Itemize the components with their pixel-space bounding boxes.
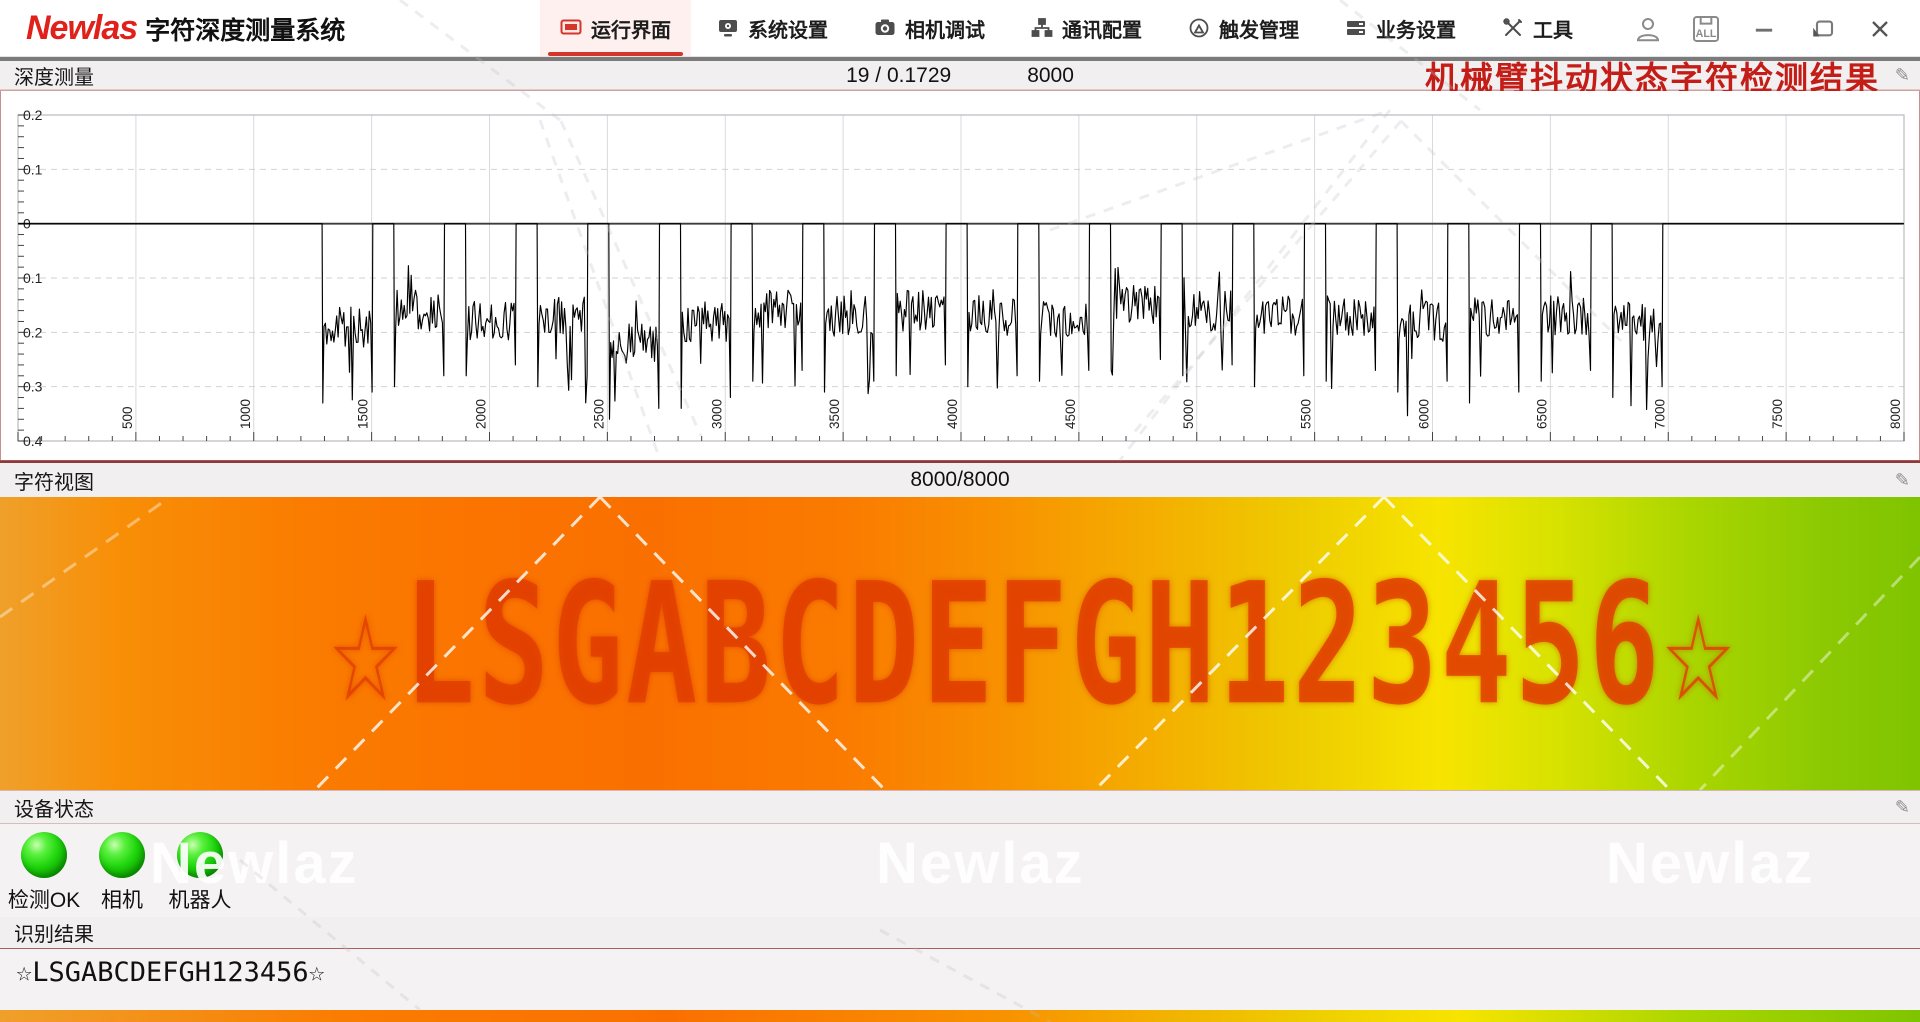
svg-text:4500: 4500 <box>1063 399 1078 429</box>
svg-text:0.2: 0.2 <box>23 324 43 340</box>
tab-相机调试[interactable]: 相机调试 <box>854 0 1005 56</box>
app-logo: Newlas <box>26 9 137 48</box>
depth-panel-header: 深度测量 19 / 0.1729 8000 机械臂抖动状态字符检测结果 ✎ <box>0 57 1920 91</box>
depth-panel-title: 深度测量 <box>14 61 94 90</box>
depth-chart: 0.20.100.10.20.30.4500100015002000250030… <box>0 91 1920 460</box>
trigger-icon <box>1188 17 1210 39</box>
system-gear-icon <box>717 17 739 39</box>
device-status-title: 设备状态 <box>14 793 94 822</box>
bottom-gradient-strip <box>0 1010 1920 1022</box>
svg-text:1000: 1000 <box>238 399 253 429</box>
app-title: 字符深度测量系统 <box>145 11 345 47</box>
svg-text:0.1: 0.1 <box>23 270 43 286</box>
svg-text:ALL: ALL <box>1696 28 1717 40</box>
status-light-group: 检测OK 相机机器人 <box>12 832 232 917</box>
depth-chart-svg: 0.20.100.10.20.30.4500100015002000250030… <box>1 91 1919 460</box>
server-icon <box>1345 17 1367 39</box>
svg-text:2500: 2500 <box>591 399 606 429</box>
tab-运行界面[interactable]: 运行界面 <box>540 0 691 56</box>
svg-text:3000: 3000 <box>709 399 724 429</box>
tab-label: 系统设置 <box>748 14 828 43</box>
svg-text:5500: 5500 <box>1299 399 1314 429</box>
points-total-value: 8000 <box>1027 64 1074 88</box>
tab-label: 业务设置 <box>1376 14 1456 43</box>
svg-text:4000: 4000 <box>945 399 960 429</box>
app-brand: Newlas 字符深度测量系统 <box>0 9 420 48</box>
tab-通讯配置[interactable]: 通讯配置 <box>1011 0 1162 56</box>
svg-text:7500: 7500 <box>1770 399 1785 429</box>
restore-icon[interactable] <box>1800 9 1844 49</box>
watermark-text: Newlaz <box>1606 830 1815 897</box>
heatmap-characters: ☆LSGABCDEFGH123456☆ <box>330 546 1737 742</box>
svg-text:2000: 2000 <box>474 399 489 429</box>
user-icon[interactable] <box>1626 9 1670 49</box>
tab-业务设置[interactable]: 业务设置 <box>1325 0 1476 56</box>
main-tab-bar: 运行界面 系统设置 相机调试 通讯配置 触发管理 业务设置 工具 <box>540 0 1593 56</box>
svg-text:3500: 3500 <box>827 399 842 429</box>
status-light-检测OK: 检测OK <box>12 832 76 917</box>
svg-text:0.3: 0.3 <box>23 379 43 395</box>
device-status-header: 设备状态 ✎ <box>0 790 1920 824</box>
charview-panel-header: 字符视图 8000/8000 ✎ <box>0 461 1920 497</box>
tab-label: 工具 <box>1533 14 1573 43</box>
top-bar: Newlas 字符深度测量系统 运行界面 系统设置 相机调试 通讯配置 触发管理 业务设置… <box>0 0 1920 57</box>
char-heatmap: ☆LSGABCDEFGH123456☆ <box>0 497 1920 790</box>
window-controls: ALL <box>1626 0 1920 57</box>
svg-text:7000: 7000 <box>1652 399 1667 429</box>
charview-counter: 8000/8000 <box>0 468 1920 492</box>
save-all-icon[interactable]: ALL <box>1684 9 1728 49</box>
recognition-result-value: ☆LSGABCDEFGH123456☆ <box>0 949 1920 1010</box>
edit-icon[interactable]: ✎ <box>1895 470 1910 491</box>
svg-text:500: 500 <box>120 406 135 429</box>
tools-icon <box>1502 17 1524 39</box>
status-label: 检测OK <box>8 884 80 914</box>
device-status-body: 检测OK相机机器人 Newlaz Newlaz Newlaz <box>0 824 1920 917</box>
svg-text:0.2: 0.2 <box>23 107 43 123</box>
edit-icon[interactable]: ✎ <box>1895 65 1910 86</box>
status-label: 相机 <box>101 884 143 914</box>
svg-text:5000: 5000 <box>1181 399 1196 429</box>
minimize-icon[interactable] <box>1742 9 1786 49</box>
svg-text:8000: 8000 <box>1888 399 1903 429</box>
result-panel-header: 识别结果 <box>0 917 1920 949</box>
result-panel-title: 识别结果 <box>14 918 94 947</box>
green-light-icon <box>177 832 223 878</box>
watermark-text: Newlaz <box>876 830 1085 897</box>
svg-text:6000: 6000 <box>1417 399 1432 429</box>
edit-icon[interactable]: ✎ <box>1895 797 1910 818</box>
green-light-icon <box>99 832 145 878</box>
network-icon <box>1031 17 1053 39</box>
close-icon[interactable] <box>1858 9 1902 49</box>
tab-触发管理[interactable]: 触发管理 <box>1168 0 1319 56</box>
camera-icon <box>874 17 896 39</box>
tab-label: 相机调试 <box>905 14 985 43</box>
tab-系统设置[interactable]: 系统设置 <box>697 0 848 56</box>
svg-text:1500: 1500 <box>356 399 371 429</box>
svg-text:0.4: 0.4 <box>23 433 43 449</box>
green-light-icon <box>21 832 67 878</box>
status-light-机器人: 机器人 <box>168 832 232 917</box>
tab-工具[interactable]: 工具 <box>1482 0 1593 56</box>
tab-label: 运行界面 <box>591 14 671 43</box>
tab-label: 通讯配置 <box>1062 14 1142 43</box>
char-count-depth-value: 19 / 0.1729 <box>846 64 951 88</box>
tab-label: 触发管理 <box>1219 14 1299 43</box>
monitor-icon <box>560 17 582 39</box>
svg-text:6500: 6500 <box>1534 399 1549 429</box>
svg-text:0.1: 0.1 <box>23 161 43 177</box>
status-light-相机: 相机 <box>90 832 154 917</box>
status-label: 机器人 <box>169 884 232 914</box>
